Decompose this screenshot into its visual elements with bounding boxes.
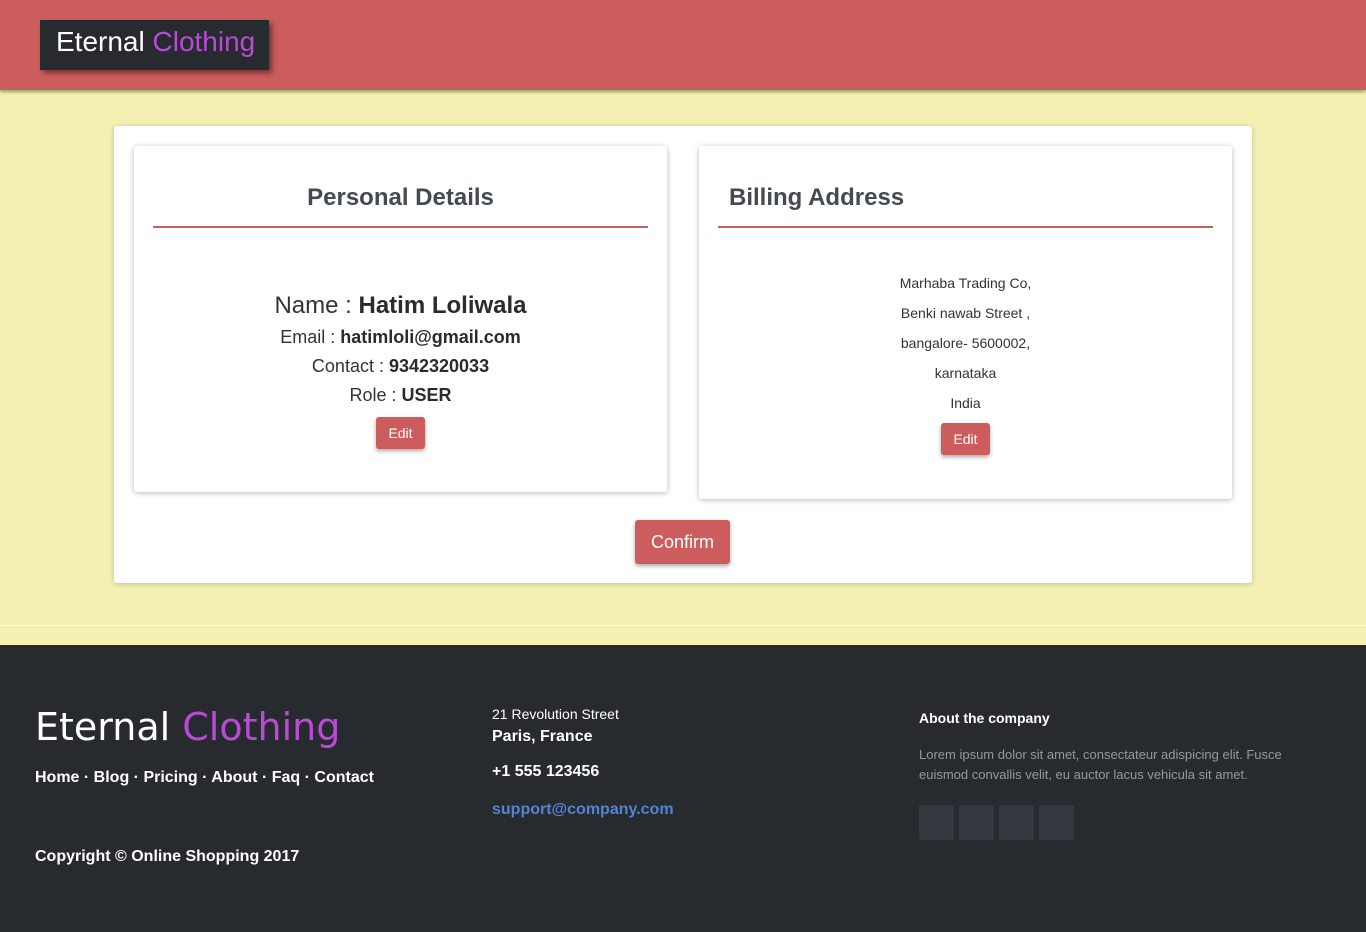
- footer: Eternal Clothing Home · Blog · Pricing ·…: [0, 645, 1366, 932]
- footer-nav: Home · Blog · Pricing · About · Faq · Co…: [35, 769, 374, 787]
- footer-email-link[interactable]: support@company.com: [492, 801, 674, 819]
- checkout-panel: Personal Details Name : Hatim Loliwala E…: [114, 126, 1252, 583]
- footer-link-blog[interactable]: Blog: [94, 769, 130, 786]
- contact-value: 9342320033: [388, 356, 490, 376]
- address-line-street: Benki nawab Street ,: [900, 305, 1031, 321]
- contact-row: Contact : 9342320033: [134, 356, 667, 377]
- social-icon-4[interactable]: [1039, 805, 1074, 840]
- title-divider: [153, 226, 648, 228]
- footer-link-home[interactable]: Home: [35, 769, 79, 786]
- address-line-country: India: [950, 395, 981, 411]
- name-row: Name : Hatim Loliwala: [134, 292, 667, 320]
- footer-link-faq[interactable]: Faq: [272, 769, 300, 786]
- email-row: Email : hatimloli@gmail.com: [134, 327, 667, 348]
- brand-word-clothing: Clothing: [152, 26, 256, 57]
- edit-billing-button[interactable]: Edit: [941, 423, 990, 455]
- link-separator: ·: [79, 769, 94, 786]
- personal-details-card: Personal Details Name : Hatim Loliwala E…: [134, 146, 667, 492]
- billing-address-card: Billing Address Marhaba Trading Co, Benk…: [699, 146, 1232, 499]
- footer-brand-word-eternal: Eternal: [35, 705, 171, 749]
- social-icon-1[interactable]: [919, 805, 954, 840]
- role-row: Role : USER: [134, 385, 667, 406]
- copyright-text: Copyright © Online Shopping 2017: [35, 848, 300, 865]
- name-label: Name :: [274, 292, 359, 319]
- address-line-state: karnataka: [934, 365, 997, 381]
- role-value: USER: [401, 385, 452, 405]
- brand-word-eternal: Eternal: [56, 26, 145, 57]
- billing-address-title: Billing Address: [729, 184, 905, 211]
- social-icon-2[interactable]: [959, 805, 994, 840]
- about-company-title: About the company: [919, 710, 1050, 726]
- top-navbar: Eternal Clothing: [0, 0, 1366, 90]
- title-divider: [718, 226, 1213, 228]
- email-value: hatimloli@gmail.com: [340, 327, 521, 347]
- link-separator: ·: [129, 769, 144, 786]
- brand-logo[interactable]: Eternal Clothing: [40, 20, 269, 70]
- footer-city: Paris, France: [492, 728, 593, 745]
- contact-label: Contact :: [311, 356, 389, 376]
- footer-link-about[interactable]: About: [211, 769, 257, 786]
- footer-link-pricing[interactable]: Pricing: [143, 769, 197, 786]
- personal-details-title: Personal Details: [307, 184, 494, 211]
- footer-street: 21 Revolution Street: [492, 706, 619, 722]
- footer-brand-logo[interactable]: Eternal Clothing: [35, 705, 340, 749]
- footer-phone: +1 555 123456: [492, 763, 600, 780]
- section-divider: [0, 625, 1366, 626]
- confirm-button[interactable]: Confirm: [635, 520, 730, 564]
- address-line-city: bangalore- 5600002,: [900, 335, 1031, 351]
- role-label: Role :: [349, 385, 402, 405]
- link-separator: ·: [257, 769, 272, 786]
- footer-link-contact[interactable]: Contact: [314, 769, 374, 786]
- name-value: Hatim Loliwala: [358, 292, 527, 319]
- about-company-text: Lorem ipsum dolor sit amet, consectateur…: [919, 747, 1282, 782]
- address-line-company: Marhaba Trading Co,: [899, 275, 1032, 291]
- social-icon-3[interactable]: [999, 805, 1034, 840]
- link-separator: ·: [197, 769, 212, 786]
- link-separator: ·: [300, 769, 315, 786]
- edit-personal-button[interactable]: Edit: [376, 417, 425, 449]
- footer-brand-word-clothing: Clothing: [182, 705, 341, 749]
- email-label: Email :: [280, 327, 341, 347]
